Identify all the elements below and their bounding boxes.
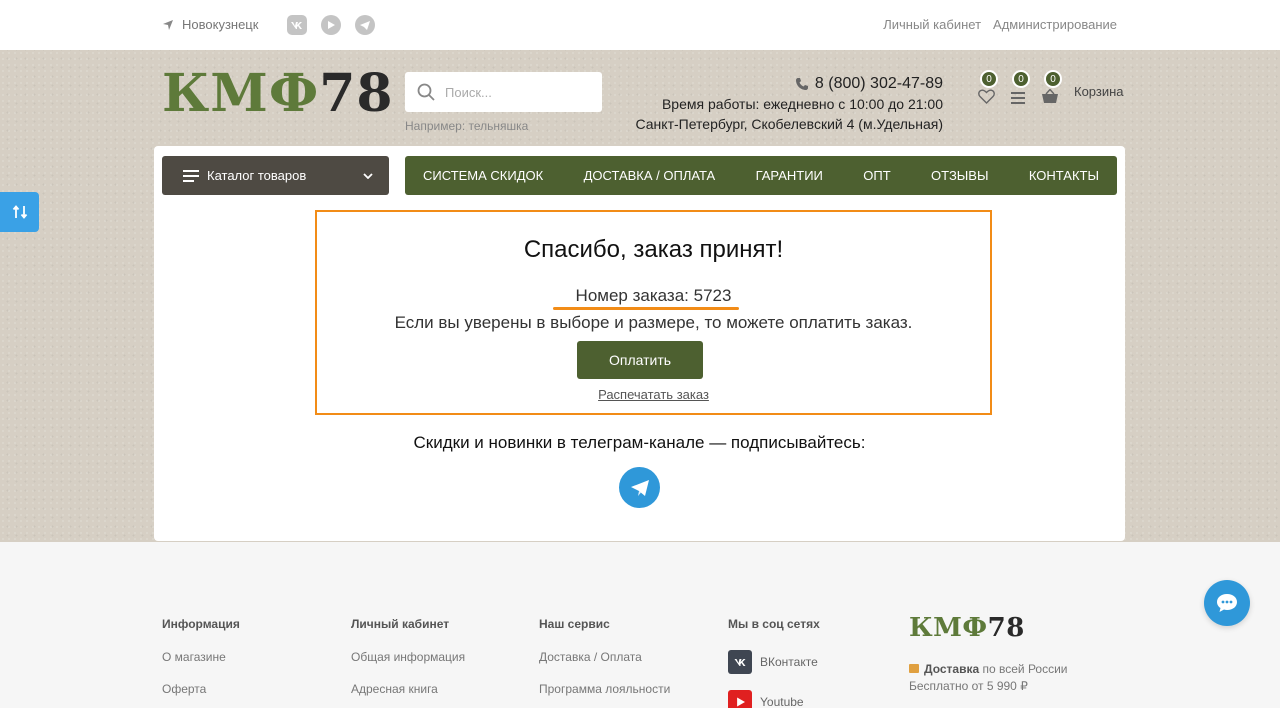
youtube-label: Youtube bbox=[760, 695, 804, 708]
favorites-badge: 0 bbox=[980, 70, 998, 88]
telegram-icon bbox=[630, 479, 649, 496]
nav-guarantees[interactable]: ГАРАНТИИ bbox=[756, 168, 823, 183]
city-selector[interactable]: Новокузнецк bbox=[162, 17, 258, 32]
footer-delivery-info: Доставка по всей России Бесплатно от 5 9… bbox=[909, 661, 1068, 695]
basket-icon bbox=[1042, 89, 1058, 103]
vk-icon bbox=[728, 650, 752, 674]
telegram-channel-button[interactable] bbox=[619, 467, 660, 508]
side-panel-toggle[interactable] bbox=[0, 192, 39, 232]
telegram-promo-text: Скидки и новинки в телеграм-канале — под… bbox=[413, 433, 866, 452]
admin-link[interactable]: Администрирование bbox=[993, 17, 1117, 32]
heart-icon bbox=[977, 89, 995, 104]
order-note: Если вы уверены в выборе и размере, то м… bbox=[394, 313, 913, 332]
working-hours: Время работы: ежедневно с 10:00 до 21:00 bbox=[661, 96, 943, 112]
compare-button[interactable]: 0 bbox=[1008, 70, 1030, 104]
chat-button[interactable] bbox=[1204, 580, 1250, 626]
favorites-button[interactable]: 0 bbox=[976, 70, 998, 104]
compare-icon bbox=[1011, 92, 1025, 104]
catalog-button[interactable]: Каталог товаров bbox=[162, 156, 389, 195]
cart-button[interactable]: 0 bbox=[1040, 70, 1062, 104]
footer-link[interactable]: Адресная книга bbox=[351, 682, 465, 696]
chat-bubble-icon bbox=[1217, 594, 1237, 612]
phone-number[interactable]: 8 (800) 302-47-89 bbox=[815, 74, 943, 94]
youtube-icon bbox=[728, 690, 752, 708]
free-delivery-threshold: Бесплатно от 5 990 ₽ bbox=[909, 679, 1028, 693]
nav-contacts[interactable]: КОНТАКТЫ bbox=[1029, 168, 1099, 183]
nav-wholesale[interactable]: ОПТ bbox=[863, 168, 890, 183]
menu-icon bbox=[183, 169, 199, 182]
catalog-label: Каталог товаров bbox=[207, 168, 307, 183]
telegram-icon[interactable] bbox=[355, 15, 375, 35]
search-box bbox=[405, 72, 602, 112]
account-link[interactable]: Личный кабинет bbox=[883, 17, 981, 32]
footer-heading: Личный кабинет bbox=[351, 617, 450, 631]
top-social-links bbox=[287, 15, 375, 35]
cart-label[interactable]: Корзина bbox=[1074, 84, 1124, 99]
footer-heading: Наш сервис bbox=[539, 617, 610, 631]
delivery-rest: по всей России bbox=[982, 662, 1068, 676]
vk-label: ВКонтакте bbox=[760, 655, 818, 669]
print-order-link[interactable]: Распечатать заказ bbox=[317, 387, 990, 402]
footer-column-info: Информация О магазине Оферта bbox=[162, 617, 240, 708]
footer-column-account: Личный кабинет Общая информация Адресная… bbox=[351, 617, 465, 708]
footer-column-service: Наш сервис Доставка / Оплата Программа л… bbox=[539, 617, 670, 708]
footer-youtube-link[interactable]: Youtube bbox=[728, 690, 820, 708]
footer-column-social: Мы в соц сетях ВКонтакте Youtube bbox=[728, 617, 820, 708]
nav-reviews[interactable]: ОТЗЫВЫ bbox=[931, 168, 988, 183]
footer-heading: Информация bbox=[162, 617, 240, 631]
delivery-bold: Доставка bbox=[924, 662, 980, 676]
top-bar: Новокузнецк Личный кабинет Администриров… bbox=[0, 0, 1280, 50]
sort-arrows-icon bbox=[12, 205, 27, 219]
header-contacts: 8 (800) 302-47-89 Время работы: ежедневн… bbox=[636, 74, 944, 134]
footer-link[interactable]: Оферта bbox=[162, 682, 240, 696]
phone-row[interactable]: 8 (800) 302-47-89 bbox=[636, 74, 943, 94]
search-hint-example[interactable]: тельняшка bbox=[469, 119, 529, 133]
city-label: Новокузнецк bbox=[182, 17, 259, 32]
box-icon bbox=[909, 664, 919, 673]
store-address: Санкт-Петербург, Скобелевский 4 (м.Удель… bbox=[635, 116, 944, 132]
compare-badge: 0 bbox=[1012, 70, 1030, 88]
order-title: Спасибо, заказ принят! bbox=[523, 236, 784, 263]
site-logo[interactable]: КМФ78 bbox=[162, 66, 394, 122]
order-confirmation-box: Спасибо, заказ принят! Номер заказа: 572… bbox=[315, 210, 992, 415]
order-number: Номер заказа: 5723 bbox=[575, 286, 732, 305]
header-actions: 0 0 0 Корзина bbox=[976, 70, 1124, 104]
footer-logo[interactable]: КМФ78 bbox=[909, 613, 1025, 643]
cart-badge: 0 bbox=[1044, 70, 1062, 88]
phone-icon bbox=[795, 78, 808, 90]
youtube-icon[interactable] bbox=[321, 15, 341, 35]
location-arrow-icon bbox=[163, 19, 173, 30]
vk-icon[interactable] bbox=[287, 15, 307, 35]
search-icon[interactable] bbox=[417, 83, 435, 101]
search-input[interactable] bbox=[445, 84, 585, 100]
search-hint: Например: тельняшка bbox=[405, 119, 529, 133]
nav-discounts[interactable]: СИСТЕМА СКИДОК bbox=[423, 168, 543, 183]
top-account-links: Личный кабинет Администрирование bbox=[883, 17, 1117, 32]
footer-link[interactable]: Общая информация bbox=[351, 650, 465, 664]
order-number-underline bbox=[553, 307, 739, 310]
footer-link[interactable]: Программа лояльности bbox=[539, 682, 670, 696]
nav-delivery-payment[interactable]: ДОСТАВКА / ОПЛАТА bbox=[584, 168, 716, 183]
pay-button[interactable]: Оплатить bbox=[577, 341, 703, 379]
footer-heading: Мы в соц сетях bbox=[728, 617, 820, 631]
main-nav: СИСТЕМА СКИДОК ДОСТАВКА / ОПЛАТА ГАРАНТИ… bbox=[405, 156, 1117, 195]
footer-vk-link[interactable]: ВКонтакте bbox=[728, 650, 820, 674]
footer-link[interactable]: Доставка / Оплата bbox=[539, 650, 670, 664]
chevron-down-icon bbox=[363, 172, 373, 179]
footer-link[interactable]: О магазине bbox=[162, 650, 240, 664]
